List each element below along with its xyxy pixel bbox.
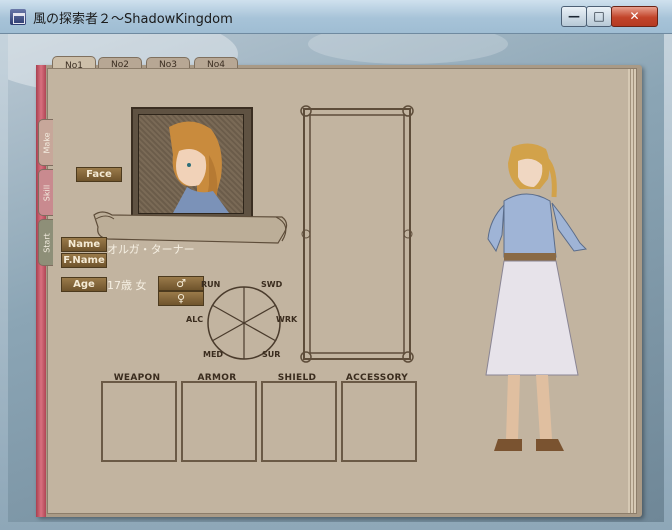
fname-label: F.Name [61, 253, 107, 268]
name-value[interactable]: オルガ・ターナー [107, 241, 195, 257]
page-edge [628, 69, 636, 513]
skill-list-frame [300, 105, 414, 363]
character-book: No1 No2 No3 No4 Make Skill Start Face Na… [36, 56, 642, 517]
character-illustration [485, 143, 588, 451]
stat-alc: ALC [186, 315, 204, 324]
stat-run: RUN [201, 280, 221, 289]
stat-swd: SWD [261, 280, 283, 289]
app-icon[interactable] [10, 9, 26, 25]
window-title: 風の探索者２～ShadowKingdom [33, 12, 233, 27]
side-tab-skill-label: Skill [42, 184, 52, 201]
minimize-button[interactable]: — [561, 6, 587, 27]
face-portrait [138, 114, 244, 214]
cloud-decoration [308, 34, 508, 64]
face-button[interactable]: Face [76, 167, 122, 182]
accessory-slot[interactable] [341, 381, 417, 462]
stat-sur: SUR [262, 350, 281, 359]
app-window: 風の探索者２～ShadowKingdom — □ ✕ No1 No2 No3 N… [0, 0, 672, 530]
age-label: Age [61, 277, 107, 292]
face-portrait-frame[interactable] [131, 107, 253, 223]
game-area: No1 No2 No3 No4 Make Skill Start Face Na… [8, 34, 664, 522]
weapon-slot[interactable] [101, 381, 177, 462]
age-value: 17歳 女 [107, 279, 147, 292]
side-tab-make-label: Make [42, 131, 52, 154]
maximize-button[interactable]: □ [586, 6, 612, 27]
stat-wrk: WRK [276, 315, 298, 324]
close-button[interactable]: ✕ [611, 6, 658, 27]
title-bar[interactable]: 風の探索者２～ShadowKingdom — □ ✕ [0, 0, 672, 34]
name-label: Name [61, 237, 107, 252]
side-tab-start[interactable]: Start [38, 219, 53, 266]
side-tab-make[interactable]: Make [38, 119, 53, 166]
side-tab-start-label: Start [42, 232, 52, 253]
stat-med: MED [203, 350, 224, 359]
armor-slot[interactable] [181, 381, 257, 462]
shield-slot[interactable] [261, 381, 337, 462]
book-page: Make Skill Start Face Name F.Name オルガ・ター… [38, 68, 637, 514]
side-tab-skill[interactable]: Skill [38, 169, 53, 216]
portrait-image [169, 121, 229, 213]
